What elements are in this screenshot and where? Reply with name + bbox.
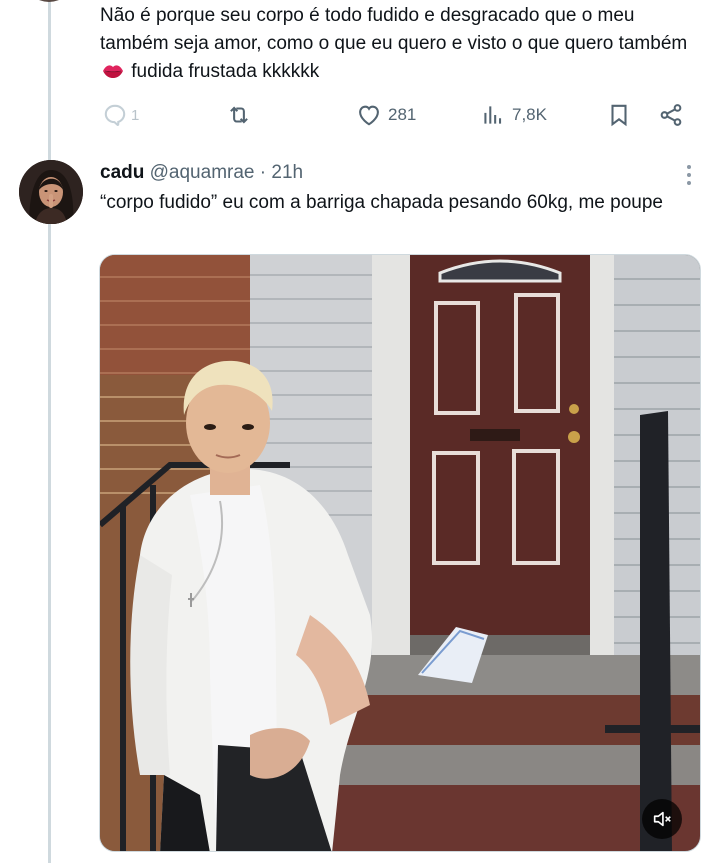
previous-tweet-text-end: fudida frustada kkkkkk: [131, 61, 320, 82]
video-frame: [100, 255, 700, 851]
retweet-icon: [230, 106, 248, 124]
tweet-header: cadu @aquamrae · 21h: [100, 160, 303, 186]
reply-count: 1: [131, 106, 140, 124]
more-options-button[interactable]: [678, 162, 700, 188]
previous-tweet-text-main: Não é porque seu corpo é todo fudido e d…: [100, 5, 688, 54]
like-count: 281: [388, 105, 417, 124]
bookmark-icon: [611, 104, 627, 127]
retweet-button[interactable]: [226, 98, 258, 132]
more-dot-icon: [687, 165, 691, 169]
share-icon: [660, 104, 682, 126]
views-button[interactable]: 7,8K: [480, 98, 547, 132]
mute-button[interactable]: [642, 799, 682, 839]
heart-icon: [359, 105, 379, 126]
bar-chart-icon: [484, 106, 502, 124]
author-handle[interactable]: @aquamrae: [150, 162, 255, 183]
tweet-thread-page: Não é porque seu corpo é todo fudido e d…: [0, 0, 720, 863]
reply-button[interactable]: 1: [102, 98, 139, 132]
kiss-mark-emoji-icon: [102, 60, 124, 78]
bookmark-button[interactable]: [606, 98, 632, 132]
previous-tweet-text: Não é porque seu corpo é todo fudido e d…: [100, 2, 700, 86]
previous-author-avatar[interactable]: [26, 0, 72, 2]
speaker-muted-icon: [653, 811, 671, 827]
separator-dot: ·: [259, 162, 267, 183]
share-button[interactable]: [658, 98, 684, 132]
tweet-video[interactable]: [99, 254, 701, 852]
previous-tweet-action-bar: 1 281 7,8K: [100, 98, 700, 132]
more-dot-icon: [687, 181, 691, 185]
avatar-image: [19, 160, 83, 224]
views-count: 7,8K: [512, 105, 547, 124]
tweet-time[interactable]: 21h: [271, 162, 303, 183]
reply-icon: [104, 104, 126, 126]
author-name[interactable]: cadu: [100, 162, 144, 183]
like-button[interactable]: 281: [356, 98, 416, 132]
thread-line: [48, 0, 51, 863]
more-dot-icon: [687, 173, 691, 177]
avatar[interactable]: [19, 160, 83, 224]
tweet-text: “corpo fudido” eu com a barriga chapada …: [100, 192, 663, 213]
